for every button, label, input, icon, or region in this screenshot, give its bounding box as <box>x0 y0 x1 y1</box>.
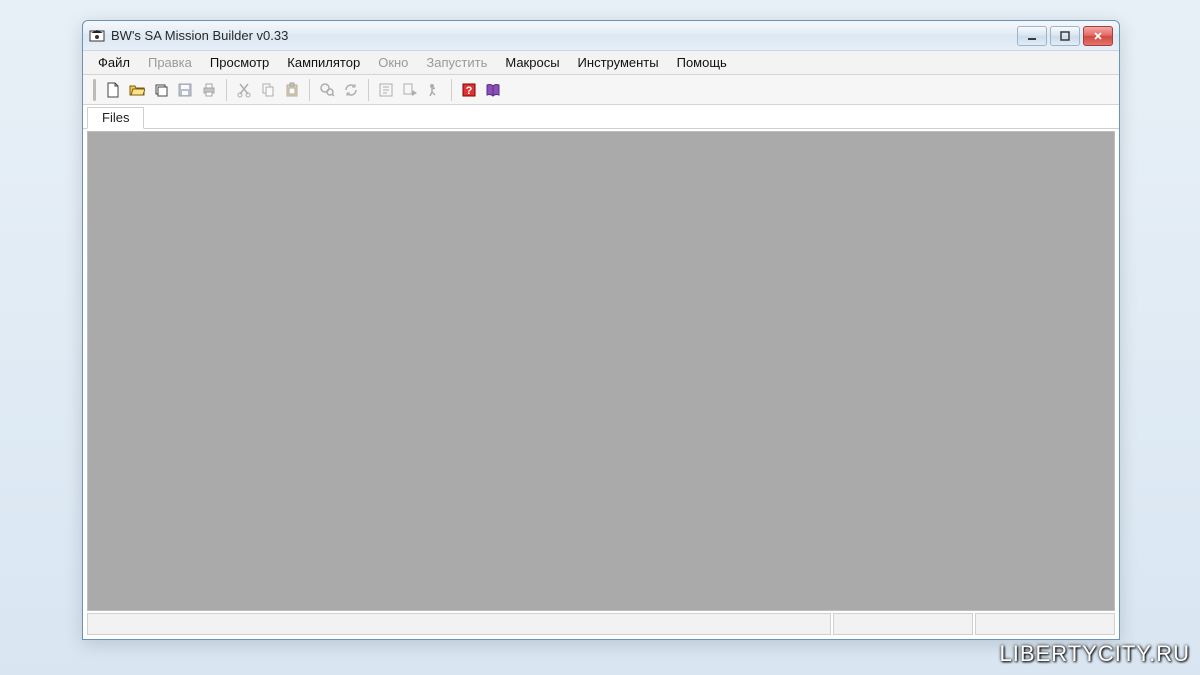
save-icon <box>177 82 193 98</box>
open-file-icon <box>129 82 145 98</box>
menubar: ФайлПравкаПросмотрКампиляторОкноЗапустит… <box>83 51 1119 75</box>
statusbar <box>87 613 1115 635</box>
menu-item-4: Окно <box>369 53 417 72</box>
menu-item-8[interactable]: Помощь <box>668 53 736 72</box>
window-buttons <box>1017 26 1113 46</box>
find-icon <box>319 82 335 98</box>
find-button <box>316 79 338 101</box>
cut-icon <box>236 82 252 98</box>
help-button[interactable]: ? <box>458 79 480 101</box>
app-window: BW's SA Mission Builder v0.33 ФайлПравка… <box>82 20 1120 640</box>
run-icon <box>426 82 442 98</box>
open-file-button[interactable] <box>126 79 148 101</box>
tab-files[interactable]: Files <box>87 107 144 129</box>
app-icon <box>89 28 105 44</box>
print-button <box>198 79 220 101</box>
minimize-button[interactable] <box>1017 26 1047 46</box>
toolbar-separator <box>451 79 452 101</box>
toolbar-separator <box>309 79 310 101</box>
status-pane-2 <box>833 613 973 635</box>
toolbar-separator <box>226 79 227 101</box>
refresh-button <box>340 79 362 101</box>
menu-item-1: Правка <box>139 53 201 72</box>
new-file-icon <box>105 82 121 98</box>
menu-item-5: Запустить <box>417 53 496 72</box>
compile-run-icon <box>402 82 418 98</box>
client-area <box>87 131 1115 611</box>
paste-icon <box>284 82 300 98</box>
compile-icon <box>378 82 394 98</box>
save-button <box>174 79 196 101</box>
status-pane-3 <box>975 613 1115 635</box>
book-icon <box>485 82 501 98</box>
compile-run-button <box>399 79 421 101</box>
copy-button <box>257 79 279 101</box>
print-icon <box>201 82 217 98</box>
menu-item-6[interactable]: Макросы <box>496 53 568 72</box>
status-pane-1 <box>87 613 831 635</box>
menu-item-0[interactable]: Файл <box>89 53 139 72</box>
close-button[interactable] <box>1083 26 1113 46</box>
toolbar: ? <box>83 75 1119 105</box>
compile-button <box>375 79 397 101</box>
refresh-icon <box>343 82 359 98</box>
book-button[interactable] <box>482 79 504 101</box>
menu-item-3[interactable]: Кампилятор <box>278 53 369 72</box>
svg-text:?: ? <box>466 85 473 97</box>
titlebar[interactable]: BW's SA Mission Builder v0.33 <box>83 21 1119 51</box>
menu-item-2[interactable]: Просмотр <box>201 53 278 72</box>
open-multi-icon <box>153 82 169 98</box>
run-button <box>423 79 445 101</box>
maximize-button[interactable] <box>1050 26 1080 46</box>
new-file-button[interactable] <box>102 79 124 101</box>
copy-icon <box>260 82 276 98</box>
cut-button <box>233 79 255 101</box>
toolbar-separator <box>368 79 369 101</box>
window-title: BW's SA Mission Builder v0.33 <box>111 28 1011 43</box>
tabstrip: Files <box>83 105 1119 129</box>
paste-button <box>281 79 303 101</box>
open-multi-button[interactable] <box>150 79 172 101</box>
help-icon: ? <box>461 82 477 98</box>
menu-item-7[interactable]: Инструменты <box>569 53 668 72</box>
toolbar-grip <box>93 79 96 101</box>
watermark: LIBERTYCITY.RU <box>1000 641 1190 667</box>
